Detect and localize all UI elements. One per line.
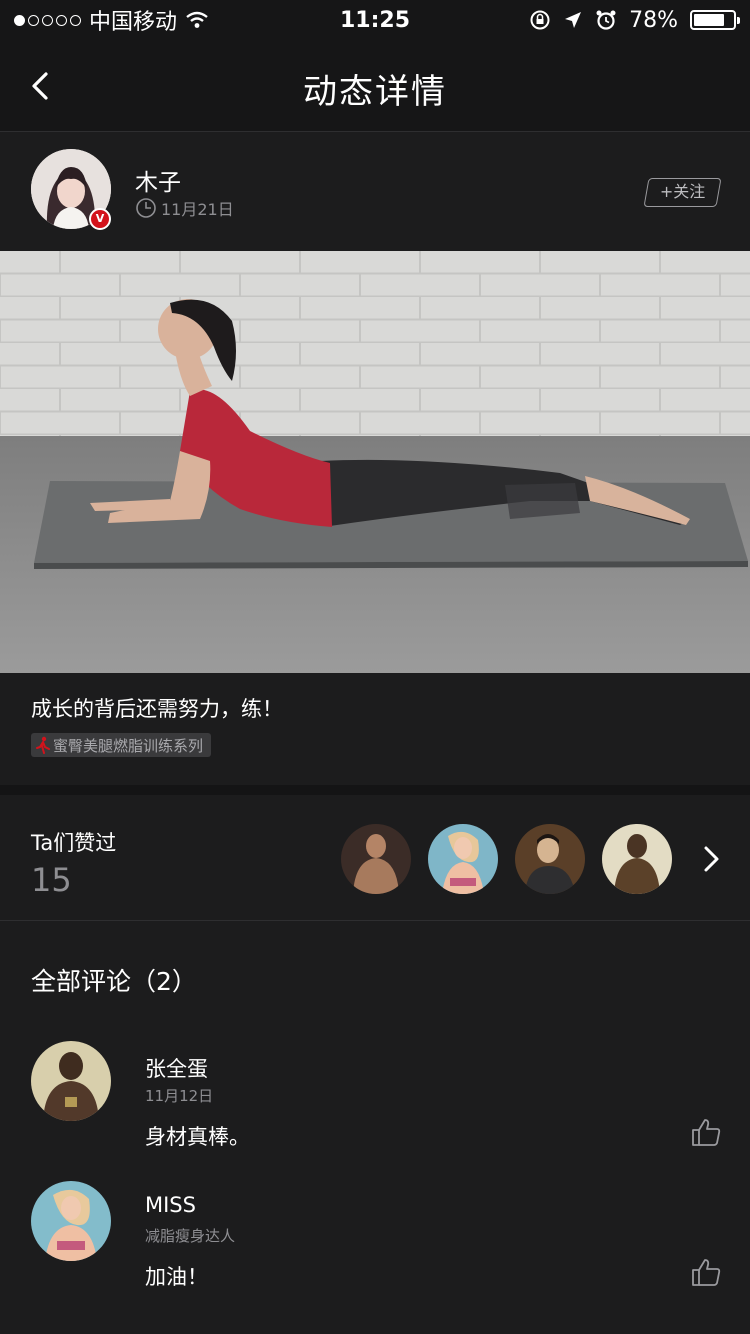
rotation-lock-icon [530,10,550,30]
post-date-label: 11月21日 [161,200,234,219]
liker-avatar[interactable] [515,824,585,894]
yoga-photo [0,251,750,673]
runner-icon [36,736,50,754]
battery-percent: 78% [629,7,678,33]
series-tag-label: 蜜臀美腿燃脂训练系列 [53,736,204,755]
author-name[interactable]: 木子 [135,163,181,197]
post-date: 11月21日 [135,196,234,220]
comment-text: 身材真棒。 [145,1125,250,1149]
commenter-name[interactable]: 张全蛋 [145,1053,208,1083]
nav-bar: 动态详情 [0,40,750,132]
post-caption: 成长的背后还需努力，练！ [31,697,283,721]
liker-avatar[interactable] [602,824,672,894]
follow-button[interactable]: +关注 [643,178,722,207]
comments-header: 全部评论（2） [31,967,197,996]
thumbs-up-icon[interactable] [690,1256,722,1288]
page-title: 动态详情 [303,72,447,112]
caption-section: 成长的背后还需努力，练！ 蜜臀美腿燃脂训练系列 [0,673,750,785]
clock-icon [136,198,156,218]
author-section: V 木子 11月21日 +关注 [0,133,750,250]
location-icon [565,12,582,28]
liker-avatar[interactable] [341,824,411,894]
likes-label: Ta们赞过 [31,831,117,855]
battery-icon [690,10,740,30]
likes-count: 15 [31,861,72,899]
commenter-avatar[interactable] [31,1181,111,1261]
liker-avatar[interactable] [428,824,498,894]
chevron-right-icon[interactable] [701,844,723,874]
commenter-name[interactable]: MISS [145,1193,196,1217]
thumbs-up-icon[interactable] [690,1116,722,1148]
follow-label: +关注 [659,182,706,201]
alarm-icon [596,10,616,30]
likes-section[interactable]: Ta们赞过 15 [0,795,750,921]
status-bar: 中国移动 11:25 78% [0,0,750,40]
status-right: 78% [529,7,740,33]
series-tag[interactable]: 蜜臀美腿燃脂训练系列 [31,733,212,757]
battery-fill [694,14,724,26]
comment-date: 11月12日 [145,1087,214,1105]
verified-badge: V [89,208,111,230]
post-photo[interactable] [0,251,750,673]
section-divider [0,785,750,795]
commenter-title: 减脂瘦身达人 [145,1227,236,1245]
comment-text: 加油！ [145,1265,208,1289]
commenter-avatar[interactable] [31,1041,111,1121]
